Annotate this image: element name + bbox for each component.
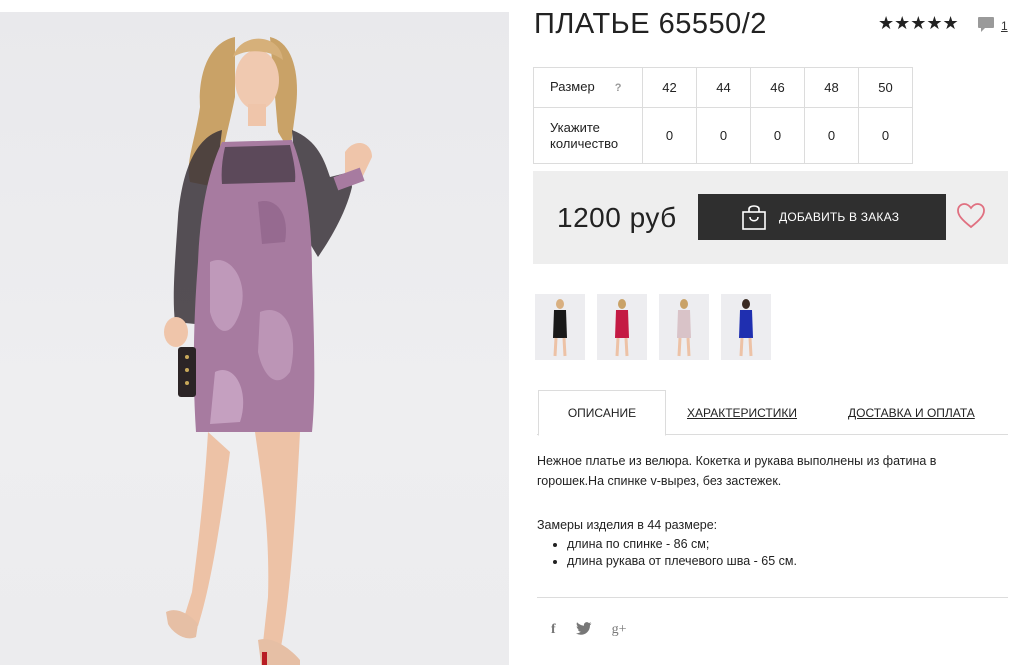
quantity-label-line1: Укажите bbox=[550, 119, 600, 135]
thumbnail-blue[interactable] bbox=[721, 294, 771, 360]
shopping-bag-icon bbox=[741, 203, 767, 234]
tab-characteristics[interactable]: ХАРАКТЕРИСТИКИ bbox=[687, 390, 797, 435]
description-line: Нежное платье из велюра. Кокетка и рукав… bbox=[537, 454, 937, 468]
measurement-item: длина по спинке - 86 см; bbox=[567, 536, 977, 553]
tab-description[interactable]: ОПИСАНИЕ bbox=[538, 390, 666, 436]
social-share: f g+ bbox=[551, 622, 627, 638]
comments-count[interactable]: 1 bbox=[1001, 19, 1008, 33]
quantity-input[interactable]: 0 bbox=[804, 107, 859, 164]
thumbnail-pink[interactable] bbox=[659, 294, 709, 360]
facebook-icon[interactable]: f bbox=[551, 622, 556, 638]
thumbnail-gallery bbox=[535, 294, 771, 360]
measurement-item: длина рукава от плечевого шва - 65 см. bbox=[567, 553, 977, 570]
size-label: Размер bbox=[550, 79, 595, 94]
comment-icon[interactable] bbox=[977, 16, 995, 38]
size-table: Размер? 42 44 46 48 50 Укажите количеств… bbox=[533, 67, 913, 164]
thumbnail-black[interactable] bbox=[535, 294, 585, 360]
size-value: 48 bbox=[804, 67, 859, 108]
divider bbox=[537, 597, 1008, 598]
measurements-list: длина по спинке - 86 см; длина рукава от… bbox=[567, 536, 977, 570]
product-main-photo[interactable] bbox=[0, 12, 509, 665]
size-value: 42 bbox=[642, 67, 697, 108]
quantity-label-line2: количество bbox=[550, 135, 619, 151]
size-value: 50 bbox=[858, 67, 913, 108]
heart-icon[interactable] bbox=[957, 203, 985, 234]
measurements-title: Замеры изделия в 44 размере: bbox=[537, 518, 718, 532]
quantity-label-cell: Укажите количество bbox=[533, 107, 643, 164]
thumbnail-red[interactable] bbox=[597, 294, 647, 360]
size-value: 46 bbox=[750, 67, 805, 108]
purchase-box: 1200 руб ДОБАВИТЬ В ЗАКАЗ bbox=[533, 171, 1008, 264]
size-help-icon[interactable]: ? bbox=[615, 80, 622, 96]
size-label-cell: Размер? bbox=[533, 67, 643, 108]
price: 1200 руб bbox=[557, 202, 677, 233]
twitter-icon[interactable] bbox=[575, 622, 592, 638]
description-line: горошек.На спинке v-вырез, без застежек. bbox=[537, 474, 782, 488]
add-to-order-button[interactable]: ДОБАВИТЬ В ЗАКАЗ bbox=[698, 194, 946, 240]
quantity-input[interactable]: 0 bbox=[642, 107, 697, 164]
add-to-order-label: ДОБАВИТЬ В ЗАКАЗ bbox=[779, 210, 900, 224]
google-plus-icon[interactable]: g+ bbox=[612, 622, 627, 638]
product-title: ПЛАТЬЕ 65550/2 bbox=[534, 8, 767, 40]
size-value: 44 bbox=[696, 67, 751, 108]
quantity-input[interactable]: 0 bbox=[750, 107, 805, 164]
rating-stars[interactable]: ★★★★★ bbox=[878, 13, 959, 34]
product-tabs: ОПИСАНИЕ ХАРАКТЕРИСТИКИ ДОСТАВКА И ОПЛАТ… bbox=[537, 390, 1008, 436]
quantity-input[interactable]: 0 bbox=[696, 107, 751, 164]
product-description: Нежное платье из велюра. Кокетка и рукав… bbox=[537, 451, 977, 570]
size-row: Размер? 42 44 46 48 50 bbox=[533, 67, 913, 108]
tab-delivery[interactable]: ДОСТАВКА И ОПЛАТА bbox=[848, 390, 975, 435]
quantity-row: Укажите количество 0 0 0 0 0 bbox=[533, 107, 913, 164]
quantity-input[interactable]: 0 bbox=[858, 107, 913, 164]
